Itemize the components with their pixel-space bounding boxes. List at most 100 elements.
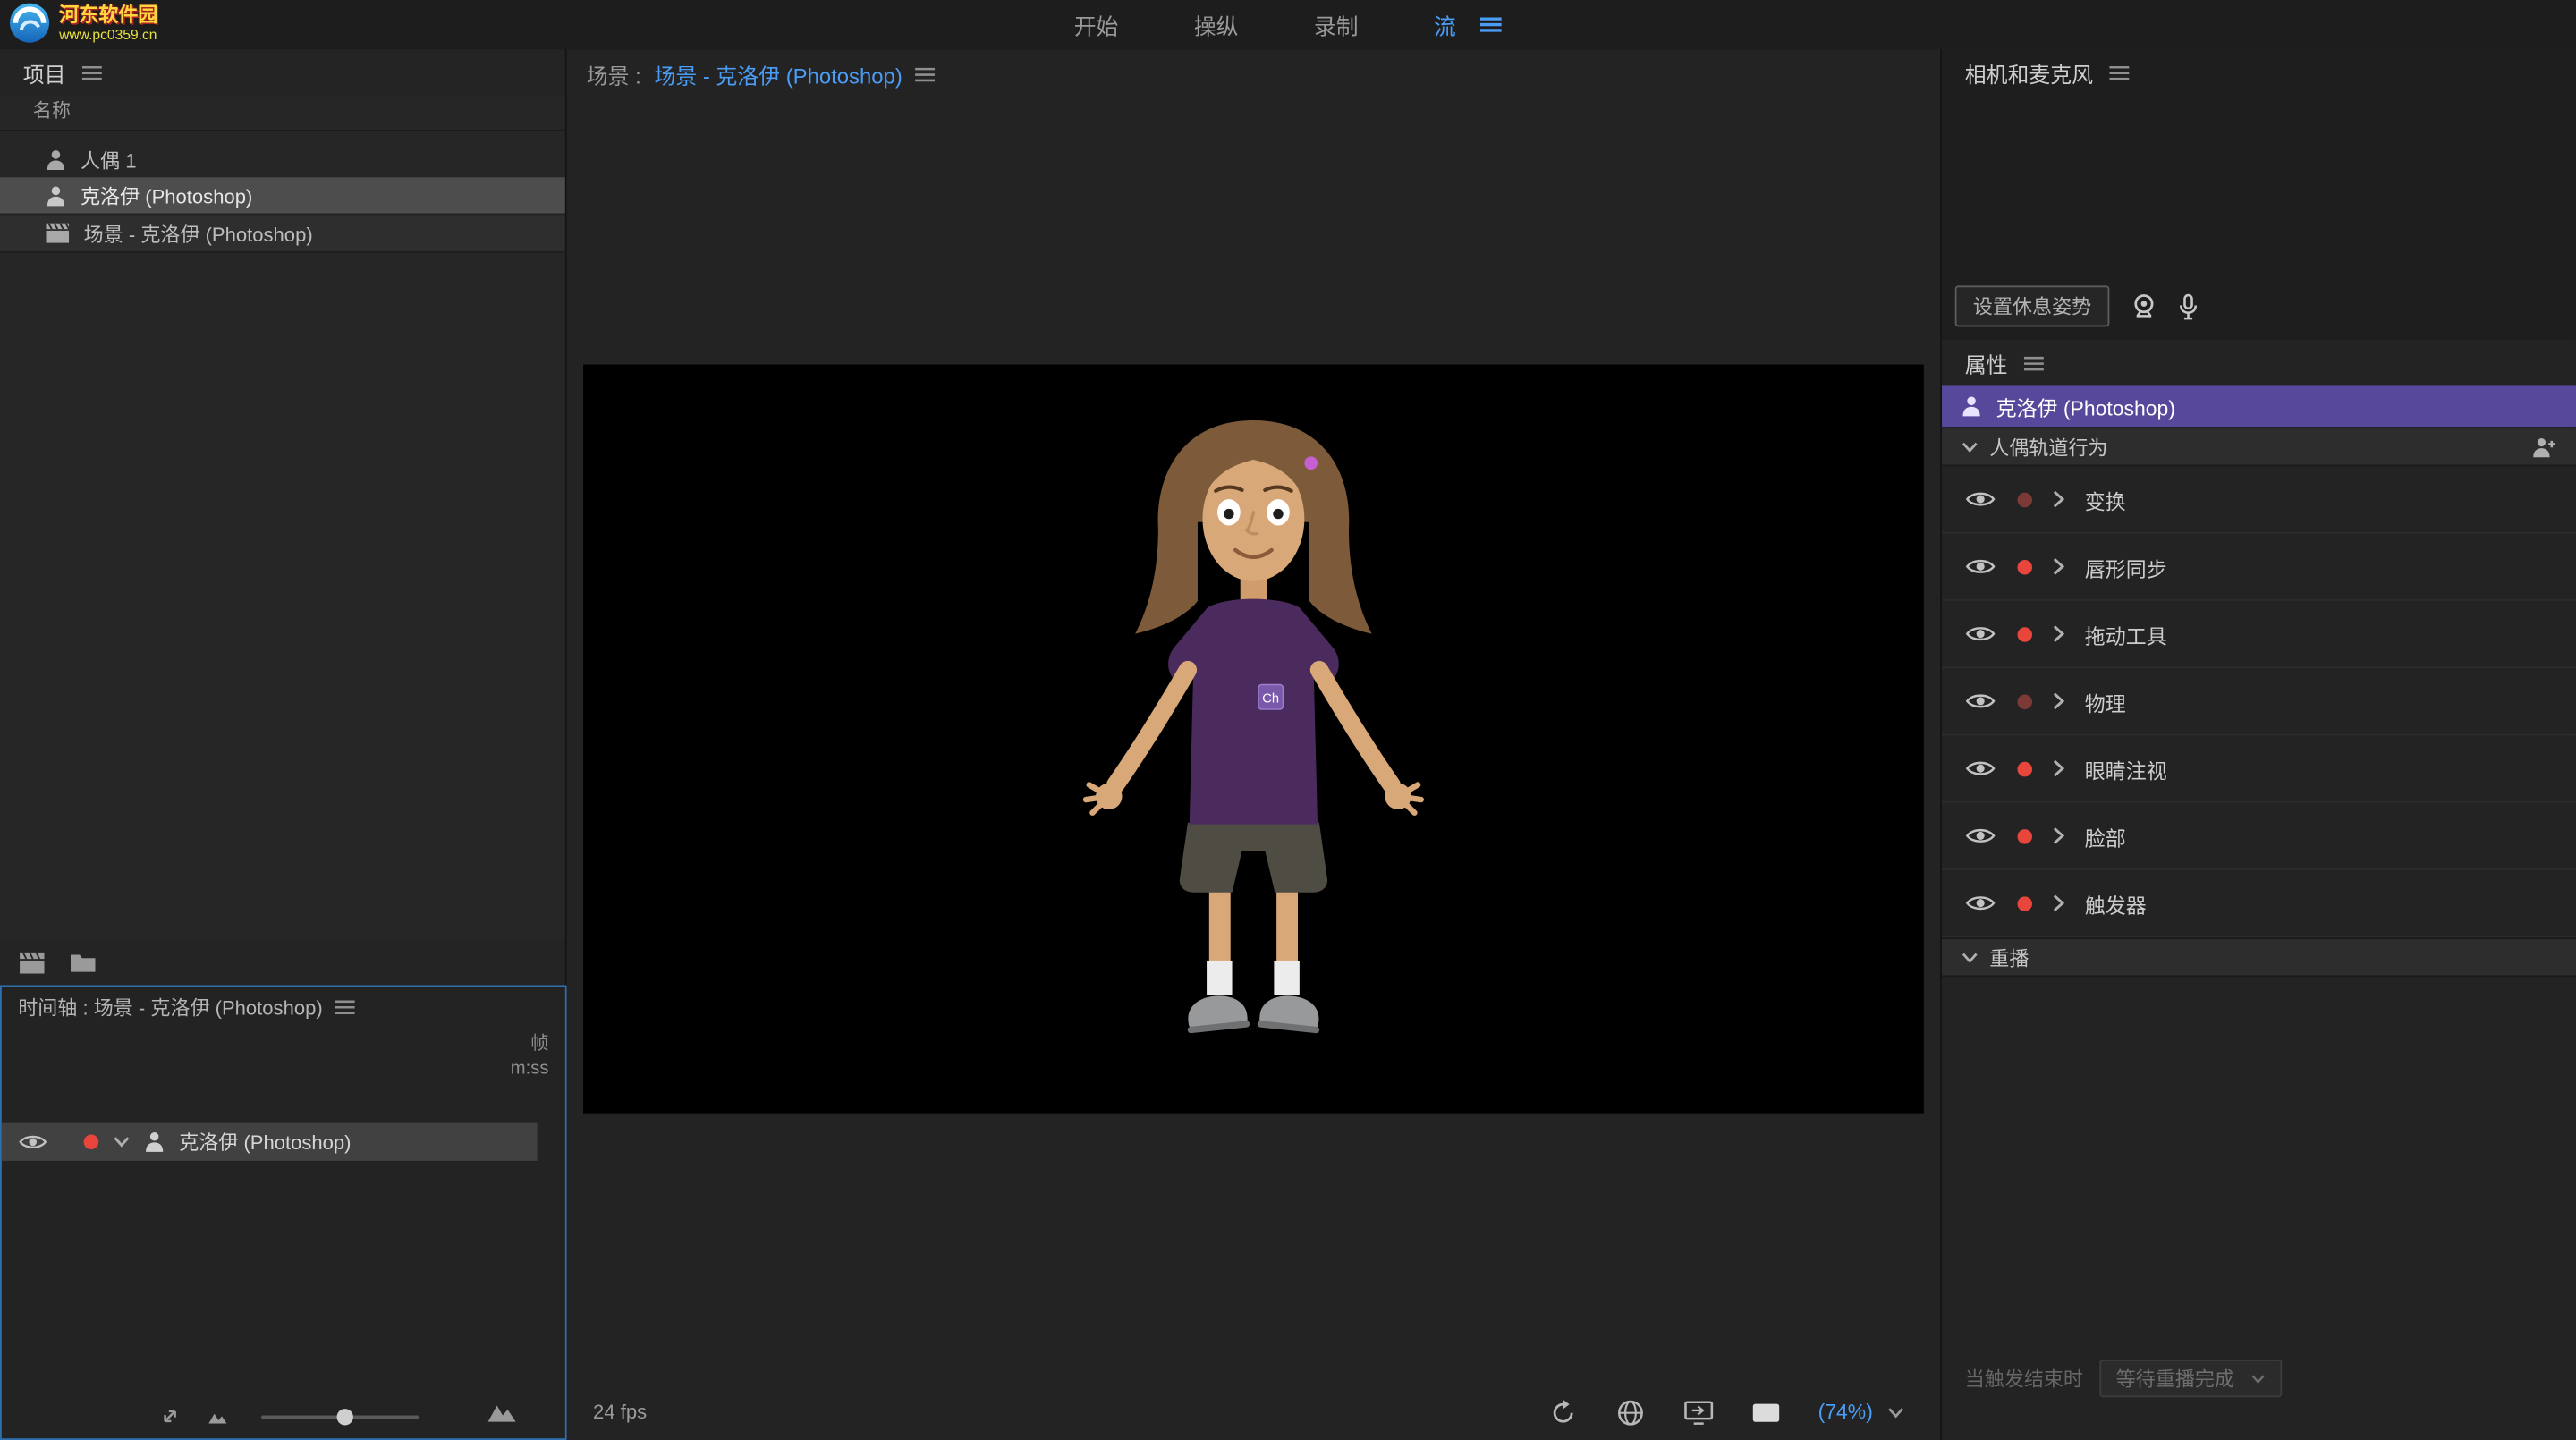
chevron-right-icon[interactable]: [2052, 826, 2065, 845]
replay-section-label: 重播: [1989, 944, 2029, 971]
behavior-label: 拖动工具: [2085, 618, 2167, 649]
behaviors-section-header[interactable]: 人偶轨道行为: [1942, 427, 2576, 466]
visibility-eye-icon[interactable]: [1965, 556, 1996, 576]
trigger-end-label: 当触发结束时: [1965, 1365, 2083, 1393]
behavior-label: 脸部: [2085, 820, 2126, 851]
chevron-right-icon[interactable]: [2052, 758, 2065, 778]
tab-stream[interactable]: 流: [1434, 8, 1456, 41]
timeline-track-chloe[interactable]: 克洛伊 (Photoshop): [2, 1123, 538, 1161]
timeline-panel-menu-icon[interactable]: [335, 1000, 355, 1015]
wireframe-sphere-icon[interactable]: [1616, 1398, 1644, 1426]
trigger-end-dropdown[interactable]: 等待重播完成: [2099, 1360, 2282, 1397]
screen-share-icon[interactable]: [1683, 1400, 1713, 1425]
puppet-right-hand: [1385, 784, 1420, 813]
project-panel: 项目 名称 人偶 1 克洛伊 (Photoshop): [0, 49, 567, 985]
chevron-right-icon[interactable]: [2052, 556, 2065, 576]
track-label: 克洛伊 (Photoshop): [179, 1128, 351, 1156]
project-item-scene-chloe[interactable]: 场景 - 克洛伊 (Photoshop): [0, 214, 565, 253]
timeline-fit-icon[interactable]: [159, 1405, 181, 1427]
chevron-right-icon[interactable]: [2052, 624, 2065, 644]
ruler-frames-label: 帧: [511, 1033, 549, 1058]
microphone-icon[interactable]: [2179, 293, 2199, 319]
scene-title[interactable]: 场景 - 克洛伊 (Photoshop): [654, 58, 902, 89]
tab-rig[interactable]: 操纵: [1194, 8, 1239, 41]
timeline-zoom-slider[interactable]: [261, 1415, 419, 1419]
name-column-header: 名称: [0, 95, 565, 131]
add-behavior-icon[interactable]: [2531, 436, 2556, 457]
scene-panel-menu-icon[interactable]: [915, 66, 935, 81]
chevron-down-icon: [1962, 441, 1978, 453]
track-chevron-down-icon[interactable]: [114, 1136, 130, 1148]
right-column: 相机和麦克风 设置休息姿势 属性: [1940, 49, 2576, 1440]
new-folder-button[interactable]: [71, 953, 96, 972]
visibility-eye-icon[interactable]: [1965, 894, 1996, 913]
chevron-right-icon[interactable]: [2052, 489, 2065, 509]
puppet-icon: [46, 148, 65, 170]
project-item-label: 人偶 1: [80, 145, 136, 173]
webcam-icon[interactable]: [2131, 294, 2157, 319]
visibility-eye-icon[interactable]: [1965, 691, 1996, 711]
chevron-right-icon[interactable]: [2052, 691, 2065, 711]
record-arm-dot[interactable]: [2018, 761, 2033, 776]
project-panel-title: 项目: [23, 56, 66, 88]
project-item-chloe[interactable]: 克洛伊 (Photoshop): [0, 177, 565, 213]
puppet-left-sock: [1207, 961, 1232, 995]
left-column: 项目 名称 人偶 1 克洛伊 (Photoshop): [0, 49, 567, 1440]
zoom-in-hills-icon[interactable]: [488, 1402, 516, 1422]
behavior-row-transform: 变换: [1942, 466, 2576, 533]
behavior-row-physics: 物理: [1942, 668, 2576, 735]
zoom-level-value: (74%): [1818, 1401, 1873, 1424]
record-arm-dot[interactable]: [2018, 559, 2033, 574]
set-rest-pose-button[interactable]: 设置休息姿势: [1955, 285, 2110, 326]
record-arm-dot[interactable]: [2018, 694, 2033, 709]
refresh-scene-icon[interactable]: [1548, 1398, 1576, 1426]
visibility-eye-icon[interactable]: [1965, 758, 1996, 778]
timeline-zoom-slider-handle[interactable]: [337, 1409, 353, 1425]
track-visibility-eye-icon[interactable]: [18, 1133, 47, 1151]
scene-canvas[interactable]: Ch: [583, 365, 1924, 1114]
puppet-chloe[interactable]: Ch: [583, 365, 1924, 1114]
zoom-level-dropdown[interactable]: (74%): [1818, 1401, 1904, 1424]
record-arm-dot[interactable]: [2018, 895, 2033, 911]
project-panel-menu-icon[interactable]: [82, 65, 102, 80]
project-item-label: 场景 - 克洛伊 (Photoshop): [84, 219, 313, 247]
workspace-menu-icon[interactable]: [1480, 16, 1502, 32]
selected-puppet-bar[interactable]: 克洛伊 (Photoshop): [1942, 385, 2576, 427]
track-record-arm-dot[interactable]: [84, 1135, 99, 1150]
camera-panel-menu-icon[interactable]: [2109, 65, 2129, 80]
timeline-footer: [2, 1395, 565, 1438]
camera-panel-title: 相机和麦克风: [1965, 56, 2093, 88]
record-arm-dot[interactable]: [2018, 828, 2033, 843]
puppet-right-sock: [1274, 961, 1299, 995]
behavior-row-lipsync: 唇形同步: [1942, 534, 2576, 601]
tab-record[interactable]: 录制: [1314, 8, 1359, 41]
chevron-right-icon[interactable]: [2052, 894, 2065, 913]
scene-title-prefix: 场景 :: [587, 58, 641, 89]
badge-text: Ch: [1262, 692, 1279, 707]
behavior-label: 眼睛注视: [2085, 753, 2167, 784]
puppet-icon: [1962, 395, 1981, 417]
snapshot-frame-icon[interactable]: [1752, 1403, 1778, 1421]
behavior-label: 变换: [2085, 484, 2126, 515]
timeline-ruler-labels: 帧 m:ss: [511, 1033, 549, 1082]
fps-label: 24 fps: [593, 1401, 647, 1424]
properties-panel-menu-icon[interactable]: [2024, 355, 2044, 370]
record-arm-dot[interactable]: [2018, 626, 2033, 641]
new-scene-button[interactable]: [20, 952, 45, 973]
puppet-shorts: [1180, 823, 1327, 893]
visibility-eye-icon[interactable]: [1965, 624, 1996, 644]
record-arm-dot[interactable]: [2018, 492, 2033, 507]
visibility-eye-icon[interactable]: [1965, 489, 1996, 509]
scene-icon: [46, 224, 69, 243]
timeline-panel-title: 时间轴 : 场景 - 克洛伊 (Photoshop): [18, 994, 322, 1021]
project-item-puppet1[interactable]: 人偶 1: [0, 141, 565, 177]
trigger-end-value: 等待重播完成: [2116, 1365, 2234, 1393]
visibility-eye-icon[interactable]: [1965, 826, 1996, 845]
workspace-tabs: 开始 操纵 录制 流: [0, 0, 2576, 49]
zoom-out-hills-icon[interactable]: [208, 1410, 226, 1424]
tab-start[interactable]: 开始: [1074, 8, 1119, 41]
replay-section-header[interactable]: 重播: [1942, 937, 2576, 977]
character-animator-window: 河东软件园 www.pc0359.cn 开始 操纵 录制 流 项目: [0, 0, 2576, 1440]
camera-mic-panel: 相机和麦克风 设置休息姿势: [1942, 49, 2576, 342]
project-item-label: 克洛伊 (Photoshop): [80, 182, 252, 209]
